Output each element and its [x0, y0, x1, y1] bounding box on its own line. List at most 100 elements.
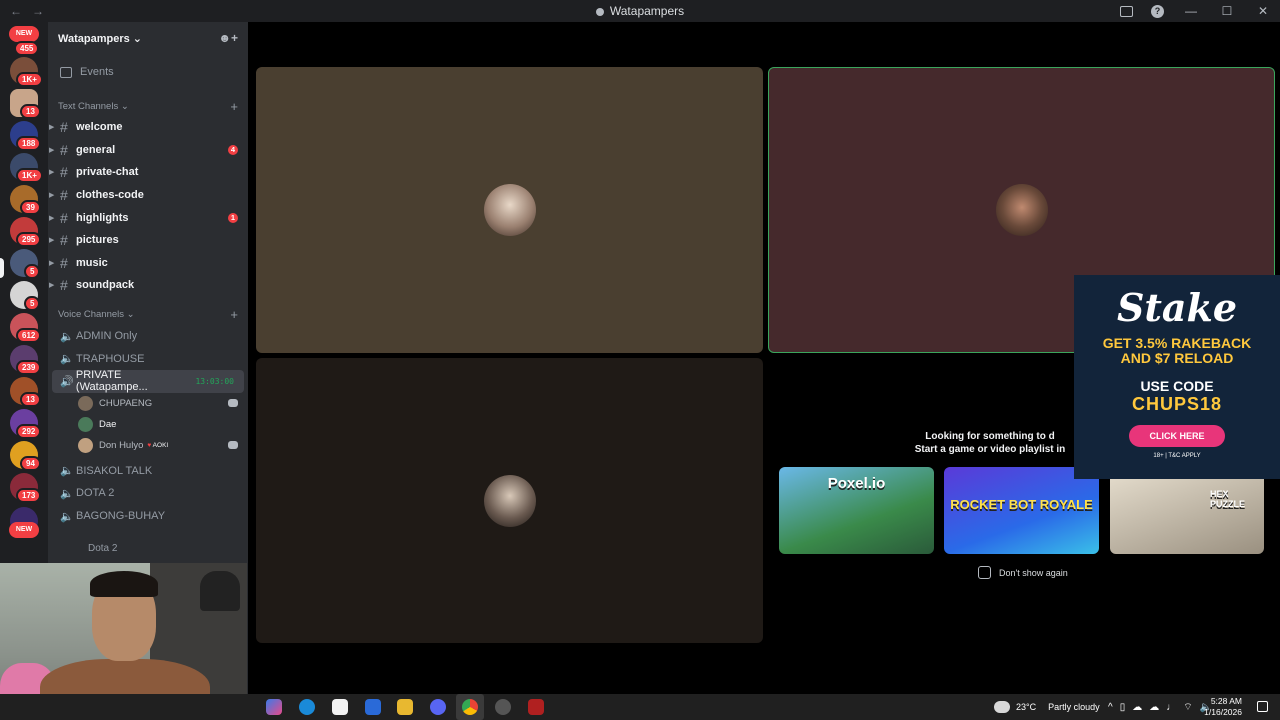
voice-channel-traphouse[interactable]: 🔈 TRAPHOUSE [48, 347, 248, 370]
hash-icon: # [60, 164, 68, 181]
game-card-poxel[interactable]: Poxel.io [779, 467, 934, 554]
events-item[interactable]: Events [48, 58, 248, 86]
activity-label: Dota 2 [88, 543, 118, 555]
close-button[interactable]: ✕ [1254, 4, 1272, 18]
chevron-right-icon: ▶ [49, 237, 55, 245]
voice-channel-label: ADMIN Only [76, 330, 138, 343]
inbox-icon[interactable] [1120, 5, 1133, 17]
partly-cloudy-icon [994, 701, 1010, 713]
voice-channel-label: PRIVATE (Watapampe... [75, 369, 148, 394]
unread-badge: 1K+ [16, 72, 43, 87]
game-card-rocket-bot-royale[interactable]: ROCKET BOT ROYALE [944, 467, 1099, 554]
new-badge-top[interactable]: NEW [9, 26, 39, 42]
activity-item-dota-2[interactable]: Dota 2 [48, 537, 248, 560]
channel-clothes-code[interactable]: ▶ # clothes-code [48, 184, 248, 207]
back-arrow-icon[interactable]: ← [10, 4, 22, 18]
video-tile-1[interactable] [256, 67, 763, 353]
unread-badge: 13 [20, 104, 41, 119]
unread-badge: 39 [20, 200, 41, 215]
add-member-icon[interactable]: ☻+ [218, 31, 238, 45]
speaker-icon: 🔈 [60, 510, 74, 523]
category-label: Voice Channels [58, 309, 125, 321]
chevron-right-icon: ▶ [49, 124, 55, 132]
server-header[interactable]: Watapampers ⌄ ☻+ [48, 22, 248, 54]
channel-music[interactable]: ▶ # music [48, 252, 248, 275]
wifi-icon[interactable]: ⌔ [1183, 701, 1192, 714]
voice-member-chupaeng[interactable]: CHUPAENG [48, 393, 248, 414]
voice-member-don-hulyo[interactable]: Don Hulyo ♥ AOKI [48, 435, 248, 456]
chrome-icon[interactable] [462, 699, 478, 715]
chevron-right-icon: ▶ [49, 282, 55, 290]
new-badge-bottom[interactable]: NEW [9, 522, 39, 538]
taskbar: 23°C Partly cloudy ^ ▯ ☁ ☁ ♩ ⌔ 🔈 5:28 AM… [0, 694, 1280, 720]
activity-line-1: Looking for something to d [925, 431, 1055, 442]
chevron-right-icon: ▶ [49, 169, 55, 177]
channel-general[interactable]: ▶ # general 4 [48, 139, 248, 162]
heart-icon: ♥ [147, 441, 152, 449]
add-channel-icon[interactable]: + [230, 99, 238, 114]
forward-arrow-icon[interactable]: → [32, 4, 44, 18]
text-channels-category[interactable]: Text Channels ⌄ + [48, 96, 248, 116]
voice-member-dae[interactable]: Dae [48, 414, 248, 435]
notification-icon[interactable] [1257, 701, 1268, 712]
mention-badge: 1 [228, 212, 238, 223]
stake-ad-overlay[interactable]: Stake GET 3.5% RAKEBACK AND $7 RELOAD US… [1074, 275, 1280, 479]
hash-icon: # [60, 119, 68, 136]
voice-channels-category[interactable]: Voice Channels ⌄ + [48, 305, 248, 325]
outlook-icon[interactable] [365, 699, 381, 715]
voice-channel-label: BAGONG-BUHAY [76, 510, 166, 523]
voice-channel-bagong-buhay[interactable]: 🔈 BAGONG-BUHAY [48, 505, 248, 528]
channel-highlights[interactable]: ▶ # highlights 1 [48, 206, 248, 229]
weather-widget[interactable]: 23°C Partly cloudy [994, 694, 1100, 720]
speaker-icon: 🔈 [60, 465, 74, 478]
store-icon[interactable] [332, 699, 348, 715]
tag-label: AOKI [152, 441, 169, 449]
copilot-icon[interactable] [266, 699, 282, 715]
game-card-hex-puzzle[interactable]: HEX PUZZLE [1110, 467, 1264, 554]
dont-show-again[interactable]: Don't show again [978, 566, 1068, 579]
server-icon [595, 7, 604, 16]
dota-icon[interactable] [528, 699, 544, 715]
voice-channel-bisakol-talk[interactable]: 🔈 BISAKOL TALK [48, 460, 248, 483]
help-icon[interactable]: ? [1151, 4, 1164, 18]
participant-avatar [995, 184, 1048, 236]
obs-icon[interactable] [495, 699, 511, 715]
clock[interactable]: 5:28 AM 1/16/2026 [1204, 696, 1242, 718]
voice-channel-dota-2[interactable]: 🔈 DOTA 2 [48, 482, 248, 505]
unread-badge: 292 [16, 424, 42, 439]
dont-show-label: Don't show again [999, 567, 1068, 578]
speaker-icon: 🔈 [60, 353, 74, 366]
channel-welcome[interactable]: ▶ # welcome [48, 116, 248, 139]
minimize-button[interactable]: — [1182, 4, 1200, 18]
channel-pictures[interactable]: ▶ # pictures [48, 229, 248, 252]
voice-channel-admin-only[interactable]: 🔈 ADMIN Only [48, 325, 248, 348]
add-channel-icon[interactable]: + [230, 307, 238, 322]
cloud-icon[interactable]: ☁ [1132, 702, 1142, 713]
mic-icon[interactable]: ♩ [1166, 702, 1176, 713]
channel-label: clothes-code [76, 189, 144, 202]
edge-icon[interactable] [299, 699, 315, 715]
system-tray: ^ ▯ ☁ ☁ ♩ ⌔ 🔈 [1108, 694, 1212, 720]
chevron-up-icon[interactable]: ^ [1108, 702, 1113, 713]
hash-icon: # [60, 141, 68, 158]
window-title: Watapampers [0, 4, 1280, 18]
discord-icon[interactable] [430, 699, 446, 715]
speaker-icon: 🔈 [60, 330, 74, 343]
voice-channel-label: DOTA 2 [76, 487, 115, 500]
video-tile-3[interactable] [256, 358, 763, 643]
chevron-right-icon: ▶ [49, 259, 55, 267]
voice-channel-private[interactable]: 🔊 PRIVATE (Watapampe... 13:03:00 [52, 369, 244, 394]
unread-badge: 13 [20, 392, 41, 407]
ad-click-button[interactable]: CLICK HERE [1129, 425, 1225, 447]
maximize-button[interactable]: ☐ [1218, 4, 1236, 18]
chat-bubble-icon [228, 399, 238, 408]
channel-private-chat[interactable]: ▶ # private-chat [48, 161, 248, 184]
cloud-icon[interactable]: ☁ [1149, 702, 1159, 713]
chat-bubble-icon [228, 441, 238, 450]
channel-label: general [76, 143, 116, 156]
unread-badge: 94 [20, 456, 41, 471]
channel-soundpack[interactable]: ▶ # soundpack [48, 274, 248, 297]
checkbox[interactable] [978, 566, 991, 579]
battery-icon[interactable]: ▯ [1120, 702, 1126, 713]
folder-icon[interactable] [397, 699, 413, 715]
